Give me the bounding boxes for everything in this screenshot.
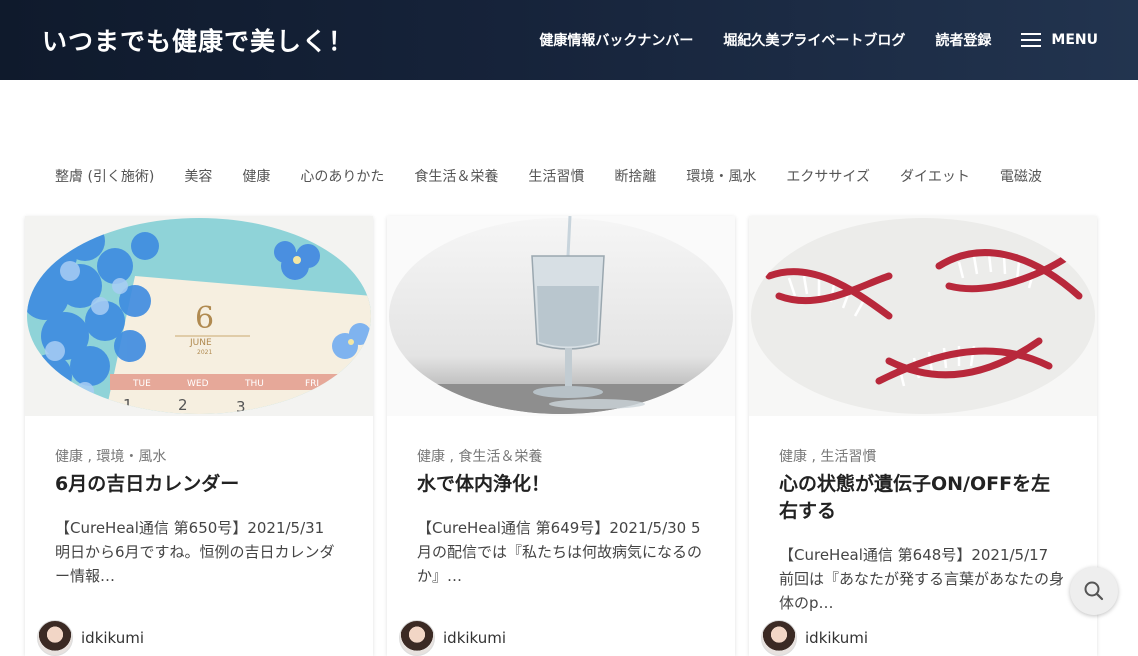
post-card[interactable]: 健康 , 生活習慣 心の状態が遺伝子ON/OFFを左右する 【CureHeal通… (749, 216, 1097, 656)
post-author[interactable]: idkikumi (761, 620, 868, 656)
author-name: idkikumi (805, 629, 869, 647)
post-title[interactable]: 心の状態が遺伝子ON/OFFを左右する (779, 471, 1067, 525)
avatar (761, 620, 797, 656)
category-item[interactable]: 健康 (242, 166, 270, 186)
calendar-day-thu: THU (244, 379, 264, 389)
menu-button[interactable]: MENU (1021, 32, 1098, 48)
category-item[interactable]: 電磁波 (1000, 166, 1042, 186)
post-title[interactable]: 6月の吉日カレンダー (55, 471, 343, 498)
post-categories[interactable]: 健康 , 生活習慣 (779, 446, 1067, 466)
site-header: いつまでも健康で美しく！ 健康情報バックナンバー 堀紀久美プライベートブログ 読… (0, 0, 1138, 80)
calendar-month-name: JUNE (189, 338, 212, 348)
calendar-date: 2 (178, 396, 188, 414)
category-item[interactable]: 食生活＆栄養 (414, 166, 498, 186)
avatar (37, 620, 73, 656)
main-nav: 健康情報バックナンバー 堀紀久美プライベートブログ 読者登録 MENU (509, 30, 1098, 50)
menu-label: MENU (1051, 32, 1098, 48)
category-item[interactable]: ダイエット (900, 166, 970, 186)
post-author[interactable]: idkikumi (399, 620, 506, 656)
category-item[interactable]: 断捨離 (614, 166, 656, 186)
category-item[interactable]: 心のありかた (300, 166, 384, 186)
nav-link-subscribe[interactable]: 読者登録 (935, 30, 991, 50)
category-item[interactable]: 生活習慣 (528, 166, 584, 186)
dna-helix-image[interactable] (749, 216, 1097, 416)
author-name: idkikumi (443, 629, 507, 647)
category-nav: 整膚 (引く施術) 美容 健康 心のありかた 食生活＆栄養 生活習慣 断捨離 環… (55, 166, 1072, 186)
search-button[interactable] (1070, 567, 1118, 615)
hamburger-icon (1021, 33, 1042, 47)
category-item[interactable]: エクササイズ (786, 166, 870, 186)
post-grid: 6 JUNE 2021 TUE WED THU FRI 1 2 3 健康 , 環… (25, 216, 1097, 656)
calendar-month-number: 6 (195, 301, 214, 336)
post-author[interactable]: idkikumi (37, 620, 144, 656)
post-title[interactable]: 水で体内浄化！ (417, 471, 705, 498)
post-excerpt: 【CureHeal通信 第648号】2021/5/17 前回は『あなたが発する言… (779, 546, 1065, 612)
avatar (399, 620, 435, 656)
calendar-year: 2021 (197, 349, 212, 356)
post-categories[interactable]: 健康 , 食生活＆栄養 (417, 446, 705, 466)
category-item[interactable]: 環境・風水 (686, 166, 756, 186)
author-name: idkikumi (81, 629, 145, 647)
post-excerpt: 【CureHeal通信 第650号】2021/5/31 明日から6月ですね。恒例… (55, 519, 335, 585)
nav-link-private-blog[interactable]: 堀紀久美プライベートブログ (723, 30, 905, 50)
calendar-day-tue: TUE (132, 379, 151, 389)
category-item[interactable]: 整膚 (引く施術) (55, 166, 154, 186)
nav-link-backnumber[interactable]: 健康情報バックナンバー (539, 30, 693, 50)
post-card[interactable]: 健康 , 食生活＆栄養 水で体内浄化！ 【CureHeal通信 第649号】20… (387, 216, 735, 656)
post-categories[interactable]: 健康 , 環境・風水 (55, 446, 343, 466)
site-title[interactable]: いつまでも健康で美しく！ (42, 22, 354, 58)
water-glass-image[interactable] (387, 216, 735, 416)
category-item[interactable]: 美容 (184, 166, 212, 186)
post-excerpt: 【CureHeal通信 第649号】2021/5/30 5月の配信では『私たちは… (417, 519, 703, 585)
calendar-day-wed: WED (187, 379, 209, 389)
post-card[interactable]: 6 JUNE 2021 TUE WED THU FRI 1 2 3 健康 , 環… (25, 216, 373, 656)
search-icon (1084, 581, 1104, 601)
calendar-hydrangea-image[interactable]: 6 JUNE 2021 TUE WED THU FRI 1 2 3 (25, 216, 373, 416)
